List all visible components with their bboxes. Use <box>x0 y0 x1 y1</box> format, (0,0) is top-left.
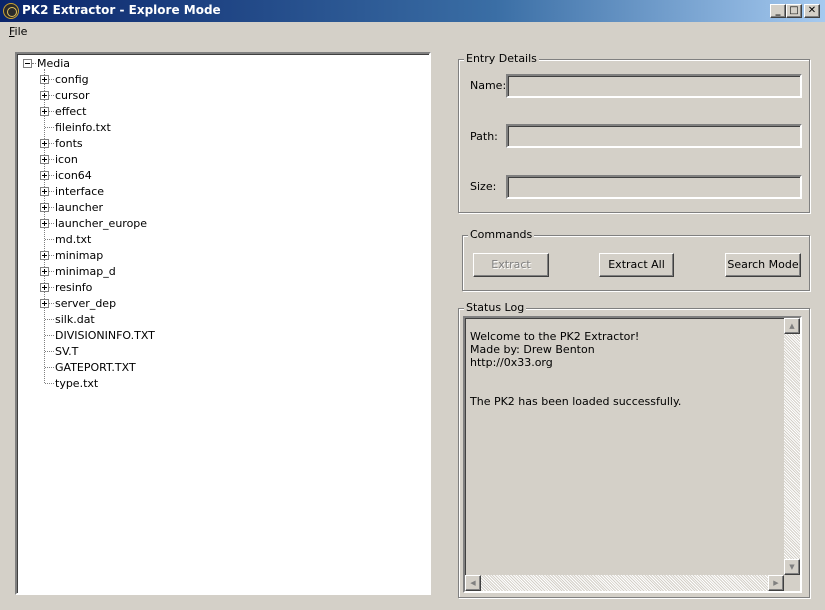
name-label: Name: <box>470 79 507 92</box>
tree-item-label: md.txt <box>55 233 92 246</box>
scrollbar-corner <box>784 575 800 591</box>
minimize-button[interactable]: _ <box>770 4 786 18</box>
status-log-line <box>470 382 681 395</box>
path-label: Path: <box>470 130 498 143</box>
horizontal-scrollbar[interactable]: ◀ ▶ <box>465 575 784 591</box>
commands-title: Commands <box>468 228 535 241</box>
tree-connector <box>45 127 54 128</box>
path-field[interactable] <box>506 124 802 148</box>
tree-item-label: effect <box>55 105 87 118</box>
status-log-line: The PK2 has been loaded successfully. <box>470 395 682 408</box>
tree-item-label: minimap_d <box>55 265 116 278</box>
tree-item-label: fonts <box>55 137 83 150</box>
status-log-title: Status Log <box>464 301 527 314</box>
expand-icon[interactable] <box>40 107 49 116</box>
tree-item-label: DIVISIONINFO.TXT <box>55 329 155 342</box>
tree-connector <box>45 239 54 240</box>
title-bar[interactable]: PK2 Extractor - Explore Mode _ □ ✕ <box>0 0 825 22</box>
maximize-button[interactable]: □ <box>786 4 802 18</box>
tree-item-label: launcher <box>55 201 104 214</box>
window-title: PK2 Extractor - Explore Mode <box>22 3 221 17</box>
search-mode-button[interactable]: Search Mode <box>725 253 801 277</box>
tree-item-label: SV.T <box>55 345 79 358</box>
expand-icon[interactable] <box>40 219 49 228</box>
extract-all-button[interactable]: Extract All <box>599 253 674 277</box>
tree-root-label: Media <box>37 57 71 70</box>
tree-item-label: icon <box>55 153 78 166</box>
expand-icon[interactable] <box>40 251 49 260</box>
tree-item-label: interface <box>55 185 105 198</box>
tree-item-label: icon64 <box>55 169 92 182</box>
expand-icon[interactable] <box>40 203 49 212</box>
collapse-icon[interactable] <box>23 59 32 68</box>
status-log-line: Welcome to the PK2 Extractor! <box>470 330 640 343</box>
entry-details-title: Entry Details <box>464 52 539 65</box>
tree-item-label: type.txt <box>55 377 99 390</box>
menu-bar: File <box>0 22 825 40</box>
scroll-down-icon[interactable]: ▼ <box>784 559 800 575</box>
size-field[interactable] <box>506 175 802 199</box>
status-log-textarea[interactable]: Welcome to the PK2 Extractor! Made by: Dr… <box>463 316 802 593</box>
entry-details-group: Entry Details Name: Path: Size: <box>458 52 810 213</box>
vertical-scrollbar[interactable]: ▲ ▼ <box>784 318 800 575</box>
tree-item-label: minimap <box>55 249 104 262</box>
close-button[interactable]: ✕ <box>804 4 820 18</box>
expand-icon[interactable] <box>40 283 49 292</box>
expand-icon[interactable] <box>40 91 49 100</box>
status-log-text: Welcome to the PK2 Extractor! Made by: Dr… <box>470 330 681 408</box>
size-label: Size: <box>470 180 497 193</box>
tree-connector <box>45 367 54 368</box>
expand-icon[interactable] <box>40 187 49 196</box>
tree-connector <box>32 63 36 64</box>
tree-item-label: GATEPORT.TXT <box>55 361 136 374</box>
tree-connector <box>45 335 54 336</box>
tree-connector <box>45 319 54 320</box>
tree-item-label: fileinfo.txt <box>55 121 111 134</box>
expand-icon[interactable] <box>40 171 49 180</box>
scroll-left-icon[interactable]: ◀ <box>465 575 481 591</box>
scroll-up-icon[interactable]: ▲ <box>784 318 800 334</box>
tree-connector <box>45 383 54 384</box>
tree-item-label: launcher_europe <box>55 217 148 230</box>
expand-icon[interactable] <box>40 139 49 148</box>
tree-item-label: config <box>55 73 89 86</box>
expand-icon[interactable] <box>40 299 49 308</box>
expand-icon[interactable] <box>40 267 49 276</box>
app-icon[interactable] <box>3 3 19 19</box>
scroll-right-icon[interactable]: ▶ <box>768 575 784 591</box>
tree-view[interactable]: Media config cursor effect fileinfo.txt font… <box>15 52 431 595</box>
status-log-line: http://0x33.org <box>470 356 553 369</box>
name-field[interactable] <box>506 74 802 98</box>
tree-item-label: server_dep <box>55 297 117 310</box>
menu-file[interactable]: File <box>9 25 27 38</box>
status-log-line <box>470 369 681 382</box>
expand-icon[interactable] <box>40 75 49 84</box>
tree-item-label: resinfo <box>55 281 93 294</box>
extract-button[interactable]: Extract <box>473 253 549 277</box>
tree-connector <box>45 351 54 352</box>
commands-group: Commands Extract Extract All Search Mode <box>462 228 810 291</box>
tree-item-label: cursor <box>55 89 90 102</box>
expand-icon[interactable] <box>40 155 49 164</box>
tree-item-label: silk.dat <box>55 313 95 326</box>
status-log-line: Made by: Drew Benton <box>470 343 595 356</box>
